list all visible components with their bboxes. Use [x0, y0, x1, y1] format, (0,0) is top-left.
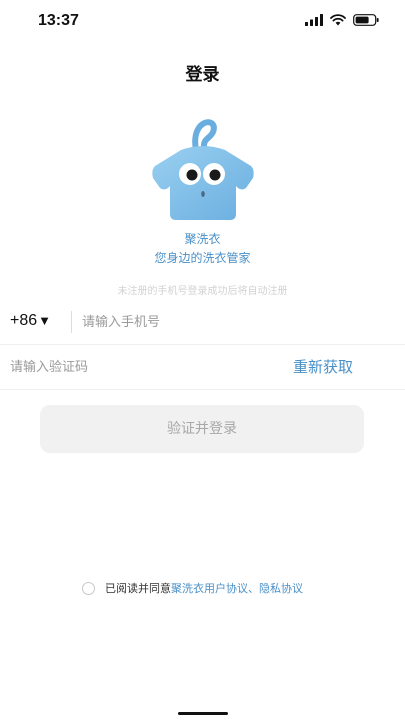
- status-icons: [305, 14, 379, 26]
- agree-checkbox[interactable]: [82, 581, 95, 595]
- verification-code-input[interactable]: [10, 355, 260, 379]
- privacy-policy-link[interactable]: 隐私协议: [259, 580, 303, 596]
- phone-divider: [71, 311, 72, 333]
- agreement-separator: 、: [248, 582, 259, 595]
- agreement-row: 已阅读并同意 聚洗衣用户协议 、 隐私协议: [82, 579, 303, 597]
- country-code-label: +86: [10, 312, 38, 329]
- code-row: 重新获取: [0, 345, 405, 390]
- status-time: 13:37: [38, 12, 79, 29]
- register-hint: 未注册的手机号登录成功后将自动注册: [117, 286, 288, 297]
- user-agreement-link[interactable]: 聚洗衣用户协议: [171, 580, 248, 596]
- brand-name: 聚洗衣: [184, 232, 221, 246]
- status-bar: 13:37: [0, 0, 405, 44]
- brand-slogan: 您身边的洗衣管家: [154, 251, 251, 265]
- dropdown-arrow-icon: ▼: [38, 313, 52, 328]
- country-code-selector[interactable]: +86▼: [10, 312, 51, 330]
- wifi-icon: [330, 14, 346, 26]
- resend-code-button[interactable]: 重新获取: [293, 356, 353, 377]
- phone-input[interactable]: [82, 310, 382, 334]
- shirt-hanger-mascot-icon: [152, 119, 254, 220]
- battery-icon: [353, 14, 379, 26]
- page-title: 登录: [185, 65, 220, 85]
- agree-prefix: 已阅读并同意: [105, 582, 171, 595]
- verify-login-button[interactable]: 验证并登录: [40, 405, 364, 453]
- phone-row: +86▼: [0, 300, 405, 345]
- signal-icon: [305, 14, 323, 26]
- home-indicator: [178, 712, 228, 715]
